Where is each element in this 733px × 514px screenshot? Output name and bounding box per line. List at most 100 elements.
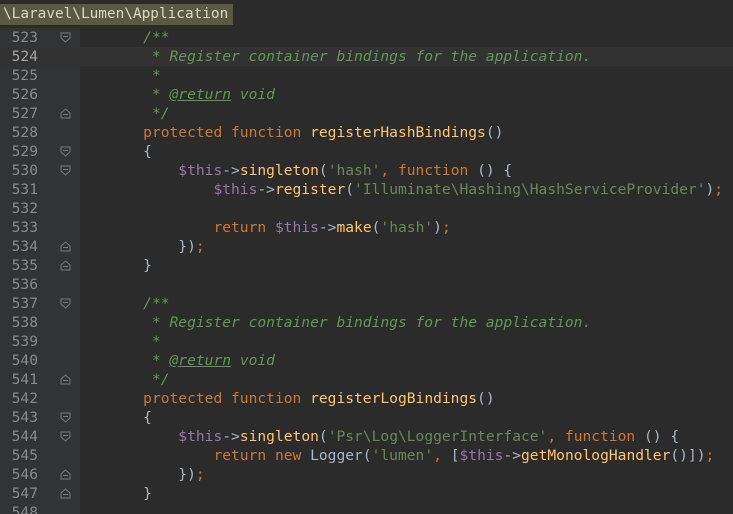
- line-number[interactable]: 529: [0, 142, 38, 161]
- code-line[interactable]: 525 *: [0, 66, 733, 85]
- fold-collapse-icon[interactable]: [60, 146, 71, 157]
- code-text[interactable]: /**: [108, 28, 169, 47]
- code-line[interactable]: 543 {: [0, 408, 733, 427]
- code-text[interactable]: * @return void: [108, 351, 275, 370]
- code-text[interactable]: });: [108, 237, 204, 256]
- line-number[interactable]: 540: [0, 351, 38, 370]
- fold-end-icon[interactable]: [60, 108, 71, 119]
- fold-end-icon[interactable]: [60, 374, 71, 385]
- code-line[interactable]: 527 */: [0, 104, 733, 123]
- code-token: *: [108, 67, 161, 84]
- line-number[interactable]: 525: [0, 66, 38, 85]
- code-line[interactable]: 536: [0, 275, 733, 294]
- code-text[interactable]: return new Logger('lumen', [$this->getMo…: [108, 446, 714, 465]
- code-line[interactable]: 544 $this->singleton('Psr\Log\LoggerInte…: [0, 427, 733, 446]
- line-number[interactable]: 538: [0, 313, 38, 332]
- code-token: ->: [222, 428, 240, 445]
- line-number[interactable]: 523: [0, 28, 38, 47]
- code-line[interactable]: 530 $this->singleton('hash', function ()…: [0, 161, 733, 180]
- code-token: ): [433, 219, 442, 236]
- code-line[interactable]: 541 */: [0, 370, 733, 389]
- code-line[interactable]: 529 {: [0, 142, 733, 161]
- code-text[interactable]: * Register container bindings for the ap…: [108, 313, 591, 332]
- line-number[interactable]: 535: [0, 256, 38, 275]
- code-text[interactable]: */: [108, 370, 170, 389]
- code-line[interactable]: 531 $this->register('Illuminate\Hashing\…: [0, 180, 733, 199]
- code-text[interactable]: {: [108, 142, 152, 161]
- code-text[interactable]: {: [108, 408, 152, 427]
- code-token: registerHashBindings: [310, 124, 486, 141]
- code-token: }: [108, 257, 152, 274]
- line-number[interactable]: 547: [0, 484, 38, 503]
- code-token: ->: [222, 162, 240, 179]
- code-text[interactable]: $this->singleton('hash', function () {: [108, 161, 512, 180]
- code-line[interactable]: 523 /**: [0, 28, 733, 47]
- fold-end-icon[interactable]: [60, 241, 71, 252]
- code-line[interactable]: 542 protected function registerLogBindin…: [0, 389, 733, 408]
- code-text[interactable]: *: [108, 332, 161, 351]
- code-line[interactable]: 546 });: [0, 465, 733, 484]
- code-line[interactable]: 540 * @return void: [0, 351, 733, 370]
- line-number[interactable]: 545: [0, 446, 38, 465]
- code-text[interactable]: * Register container bindings for the ap…: [108, 47, 591, 66]
- code-text[interactable]: protected function registerHashBindings(…: [108, 123, 503, 142]
- line-number[interactable]: 536: [0, 275, 38, 294]
- code-text[interactable]: return $this->make('hash');: [108, 218, 451, 237]
- code-line[interactable]: 537 /**: [0, 294, 733, 313]
- code-text[interactable]: *: [108, 66, 161, 85]
- code-line[interactable]: 538 * Register container bindings for th…: [0, 313, 733, 332]
- code-text[interactable]: */: [108, 104, 170, 123]
- line-number[interactable]: 531: [0, 180, 38, 199]
- line-number[interactable]: 533: [0, 218, 38, 237]
- fold-end-icon[interactable]: [60, 469, 71, 480]
- code-line[interactable]: 535 }: [0, 256, 733, 275]
- fold-collapse-icon[interactable]: [60, 165, 71, 176]
- code-token: {: [108, 409, 152, 426]
- line-number[interactable]: 544: [0, 427, 38, 446]
- code-line[interactable]: 547 }: [0, 484, 733, 503]
- code-editor[interactable]: \Laravel\Lumen\Application 523 /** 524 * …: [0, 0, 733, 514]
- code-text[interactable]: * @return void: [108, 85, 275, 104]
- fold-collapse-icon[interactable]: [60, 412, 71, 423]
- code-line[interactable]: 539 *: [0, 332, 733, 351]
- line-number[interactable]: 534: [0, 237, 38, 256]
- code-line[interactable]: 532: [0, 199, 733, 218]
- line-number[interactable]: 537: [0, 294, 38, 313]
- line-number[interactable]: 530: [0, 161, 38, 180]
- code-token: function: [564, 428, 644, 445]
- code-text[interactable]: });: [108, 465, 204, 484]
- code-line[interactable]: 533 return $this->make('hash');: [0, 218, 733, 237]
- code-lines[interactable]: 523 /** 524 * Register container bindings…: [0, 28, 733, 514]
- line-number[interactable]: 539: [0, 332, 38, 351]
- code-line[interactable]: 526 * @return void: [0, 85, 733, 104]
- line-number[interactable]: 541: [0, 370, 38, 389]
- code-token: ;: [441, 219, 451, 236]
- code-text[interactable]: protected function registerLogBindings(): [108, 389, 494, 408]
- code-text[interactable]: $this->singleton('Psr\Log\LoggerInterfac…: [108, 427, 679, 446]
- breadcrumb[interactable]: \Laravel\Lumen\Application: [0, 4, 234, 25]
- line-number[interactable]: 546: [0, 465, 38, 484]
- line-number[interactable]: 543: [0, 408, 38, 427]
- line-number[interactable]: 524: [0, 47, 38, 66]
- code-text[interactable]: }: [108, 484, 152, 503]
- code-line[interactable]: 545 return new Logger('lumen', [$this->g…: [0, 446, 733, 465]
- code-line[interactable]: 528 protected function registerHashBindi…: [0, 123, 733, 142]
- line-number[interactable]: 527: [0, 104, 38, 123]
- line-number[interactable]: 542: [0, 389, 38, 408]
- code-line[interactable]: 524 * Register container bindings for th…: [0, 47, 733, 66]
- code-line[interactable]: 548: [0, 503, 733, 514]
- fold-collapse-icon[interactable]: [60, 298, 71, 309]
- line-number[interactable]: 532: [0, 199, 38, 218]
- line-number[interactable]: 526: [0, 85, 38, 104]
- fold-end-icon[interactable]: [60, 488, 71, 499]
- code-text[interactable]: /**: [108, 294, 169, 313]
- line-number[interactable]: 548: [0, 503, 38, 514]
- code-line[interactable]: 534 });: [0, 237, 733, 256]
- fold-collapse-icon[interactable]: [60, 431, 71, 442]
- fold-end-icon[interactable]: [60, 260, 71, 271]
- code-text[interactable]: }: [108, 256, 152, 275]
- line-number[interactable]: 528: [0, 123, 38, 142]
- code-text[interactable]: $this->register('Illuminate\Hashing\Hash…: [108, 180, 723, 199]
- fold-collapse-icon[interactable]: [60, 32, 71, 43]
